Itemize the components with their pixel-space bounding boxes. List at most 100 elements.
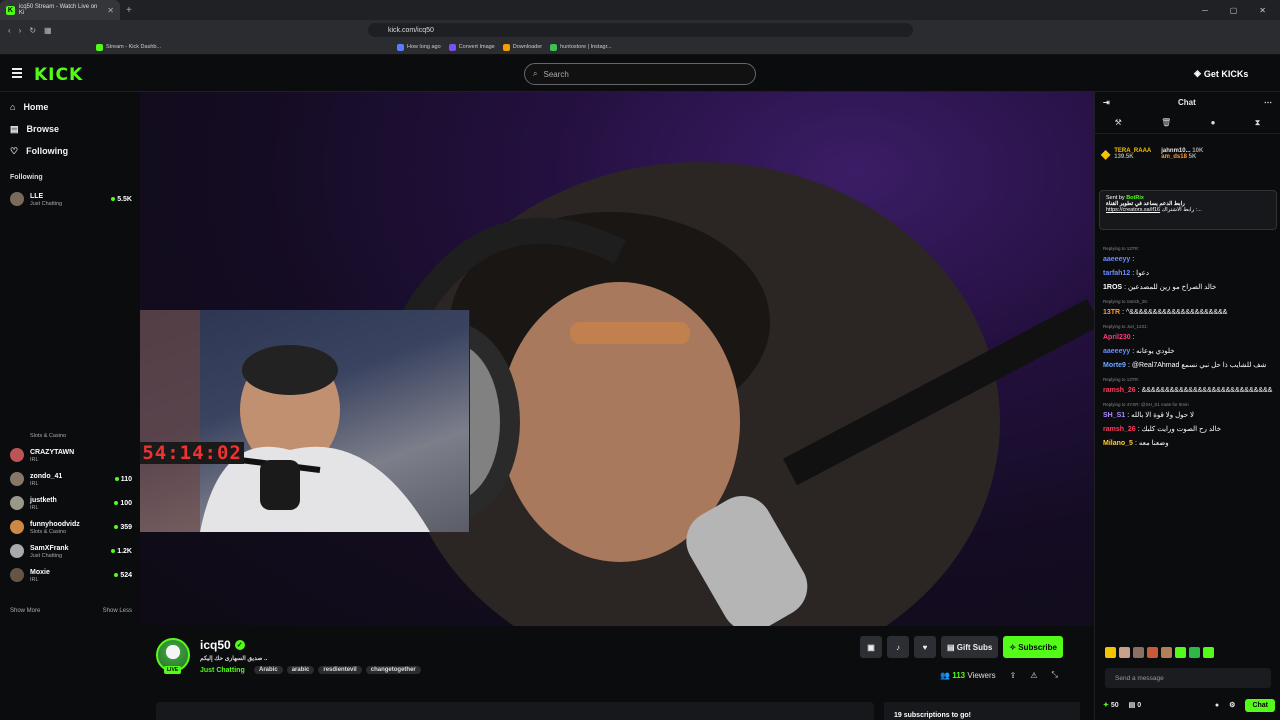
chat-username[interactable]: Morte9 — [1103, 362, 1126, 369]
bookmark-label: Convert Image — [458, 44, 495, 50]
search-input[interactable]: ⌕ Search — [524, 63, 756, 85]
pinned-message[interactable]: Sent by BotRix رابط الدعم يساعد في تطوير… — [1099, 190, 1277, 230]
report-icon[interactable]: ⚠ — [1030, 671, 1037, 680]
gift-display[interactable]: ▤ 0 — [1129, 701, 1141, 709]
notification-button[interactable]: ♪ — [887, 636, 909, 658]
following-user[interactable]: SamXFrank Just Chatting 1.2K — [0, 539, 140, 563]
subscribe-button[interactable]: ✧ Subscribe — [1003, 636, 1063, 658]
trash-icon[interactable]: 🗑 — [1161, 118, 1171, 127]
minimize-icon[interactable]: ─ — [1202, 6, 1208, 15]
chat-message[interactable]: Replying to 13TR: ramsh_26: &&&&&&&&&&&&&… — [1103, 375, 1273, 396]
back-icon[interactable]: ‹ — [8, 26, 11, 35]
new-tab-button[interactable]: + — [126, 5, 132, 16]
message-icon[interactable]: ● — [1211, 118, 1216, 127]
share-icon[interactable]: ⇪ — [1010, 671, 1017, 680]
chat-username[interactable]: aaeeeyy — [1103, 348, 1130, 355]
following-header: Following — [10, 174, 43, 181]
emote-icon[interactable] — [1119, 647, 1130, 658]
nav-home[interactable]: ⌂ Home — [0, 96, 140, 118]
emote-icon[interactable] — [1147, 647, 1158, 658]
chat-message[interactable]: tarfah12: دعوا — [1103, 269, 1273, 279]
chat-message[interactable]: Morte9: @Real7Ahmad شف للشايب ذا حل نبي … — [1103, 361, 1273, 371]
bookmark-item[interactable]: Downloader — [502, 43, 543, 51]
emote-icon[interactable] — [1175, 647, 1186, 658]
bookmarks-bar: Stream - Kick Dashb... How long ago Conv… — [0, 40, 1280, 55]
following-user[interactable]: Moxie IRL 524 — [0, 563, 140, 587]
emote-icon[interactable] — [1105, 647, 1116, 658]
chat-username[interactable]: 1ROS — [1103, 284, 1122, 291]
nav-following[interactable]: ♡ Following — [0, 140, 140, 162]
emote-icon[interactable] — [1203, 647, 1214, 658]
chat-username[interactable]: ramsh_26 — [1103, 426, 1136, 433]
get-kicks-button[interactable]: ◈ Get KICKs — [1194, 68, 1248, 79]
bookmark-item[interactable]: huntostore | Instagr... — [550, 43, 612, 51]
chat-message[interactable]: Replying to ramsh_26: 13TR: ^&&&&&&&&&&&&… — [1103, 297, 1273, 318]
grid-icon[interactable]: ▦ — [44, 26, 52, 35]
live-badge: LIVE — [164, 666, 182, 674]
maximize-icon[interactable]: ▢ — [1230, 6, 1238, 15]
browser-tab-strip: K icq50 Stream - Watch Live on Ki ✕ + ─ … — [0, 0, 1280, 20]
send-chat-button[interactable]: Chat — [1245, 698, 1275, 712]
video-player[interactable]: 53:54:14:02 — [140, 92, 1094, 626]
chat-message[interactable]: Milano_5: وضعنا معه — [1103, 439, 1273, 449]
chat-username[interactable]: SH_S1 — [1103, 412, 1125, 419]
emote-icon[interactable] — [1189, 647, 1200, 658]
emote-icon[interactable] — [1133, 647, 1144, 658]
heart-icon: ♥ — [922, 642, 928, 652]
following-user[interactable]: justketh IRL 100 — [0, 491, 140, 515]
chat-message[interactable]: Replying to 4YSR: @SH_S1 mute for 5min SH… — [1103, 400, 1273, 421]
category-link[interactable]: Just Chatting — [200, 667, 245, 674]
theater-icon[interactable]: ⤡ — [1052, 670, 1058, 680]
tag[interactable]: arabic — [286, 666, 315, 674]
gift-subs-button[interactable]: ▤ Gift Subs — [941, 636, 999, 658]
menu-icon[interactable] — [12, 68, 22, 78]
chat-message[interactable]: 1ROS: خالد الصراخ مو زين للمصدعين — [1103, 283, 1273, 293]
emote-picker-icon[interactable]: ● — [1215, 702, 1219, 709]
channel-name[interactable]: icq50 ✓ — [200, 638, 245, 652]
chat-input[interactable]: Send a message — [1105, 668, 1271, 688]
url-field[interactable]: kick.com/icq50 — [368, 23, 913, 37]
collapse-chat-icon[interactable]: ⇥ — [1103, 98, 1110, 107]
chat-message[interactable]: ramsh_26: خالد رح الصوت ورايت كلبك — [1103, 425, 1273, 435]
chat-username[interactable]: Milano_5 — [1103, 440, 1133, 447]
settings-icon[interactable]: ⚙ — [1229, 701, 1235, 709]
close-tab-icon[interactable]: ✕ — [107, 6, 114, 15]
tag[interactable]: changetogether — [365, 666, 421, 674]
chat-message[interactable]: Replying to Juri_1231: April230: — [1103, 322, 1273, 343]
emote-icon[interactable] — [1161, 647, 1172, 658]
reload-icon[interactable]: ↻ — [29, 26, 36, 35]
bookmark-item[interactable]: How long ago — [397, 43, 441, 51]
hammer-icon[interactable]: ⚒ — [1115, 118, 1122, 127]
gift-value: 0 — [1137, 702, 1142, 709]
browser-tab[interactable]: K icq50 Stream - Watch Live on Ki ✕ — [0, 0, 120, 20]
following-user[interactable]: zondo_41 IRL 110 — [0, 467, 140, 491]
chat-username[interactable]: April230 — [1103, 334, 1131, 341]
chat-username[interactable]: 13TR — [1103, 309, 1120, 316]
following-user[interactable]: LLE Just Chatting 5.5K — [0, 187, 140, 211]
points-display[interactable]: ✦ 50 — [1103, 701, 1119, 709]
chat-username[interactable]: ramsh_26 — [1103, 387, 1136, 394]
tag[interactable]: Arabic — [254, 666, 283, 674]
close-window-icon[interactable]: ✕ — [1259, 6, 1266, 15]
bookmark-item[interactable]: Stream - Kick Dashb... — [96, 43, 161, 51]
show-more-link[interactable]: Show More — [10, 608, 40, 614]
chat-message[interactable]: aaeeeyy: خلودي يوعانه — [1103, 347, 1273, 357]
pinned-link[interactable]: https://creators.sa/if16 — [1106, 207, 1160, 213]
bookmark-item[interactable]: Convert Image — [448, 43, 495, 51]
kick-logo[interactable]: KICK — [34, 65, 83, 85]
bookmark-label: Downloader — [512, 44, 543, 50]
chat-username[interactable]: tarfah12 — [1103, 270, 1130, 277]
following-user[interactable]: funnyhoodvidz Slots & Casino 359 — [0, 515, 140, 539]
following-user[interactable]: CRAZYTAWN IRL — [0, 443, 140, 467]
show-less-link[interactable]: Show Less — [103, 608, 132, 614]
forward-icon[interactable]: › — [19, 26, 22, 35]
chat-message[interactable]: Replying to 13TR: aaeeeyy: — [1103, 244, 1273, 265]
clip-button[interactable]: ▣ — [860, 636, 882, 658]
chat-username[interactable]: aaeeeyy — [1103, 256, 1130, 263]
tag[interactable]: resdientevil — [318, 666, 362, 674]
nav-browse[interactable]: ▤ Browse — [0, 118, 140, 140]
hourglass-icon[interactable]: ⧗ — [1255, 118, 1261, 128]
avatar — [10, 496, 24, 510]
follow-button[interactable]: ♥ — [914, 636, 936, 658]
chat-menu-icon[interactable]: ⋯ — [1264, 98, 1272, 107]
